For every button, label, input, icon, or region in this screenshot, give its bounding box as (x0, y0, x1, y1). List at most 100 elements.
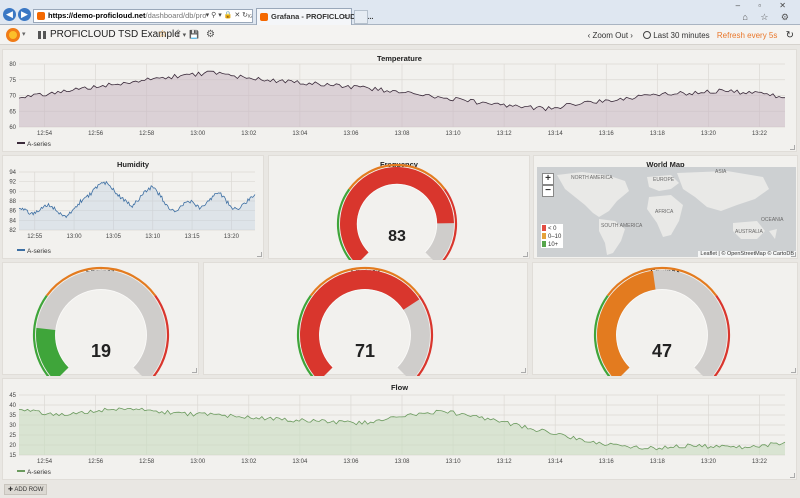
forward-button[interactable]: ▶ (18, 8, 31, 21)
x-tick-label: 12:56 (88, 459, 104, 465)
chevron-down-icon: ▾ (182, 32, 187, 39)
engine3-gauge: 47 (593, 266, 731, 376)
asia-landmass (677, 171, 769, 211)
series-area (19, 181, 255, 230)
x-tick-label: 13:20 (701, 131, 717, 137)
resize-handle[interactable] (791, 252, 796, 257)
map-legend: < 0 0–10 10+ (541, 224, 563, 248)
url-domain: https://demo-proficloud.net (48, 11, 146, 20)
legend-swatch (17, 142, 25, 144)
new-tab-button[interactable] (354, 10, 368, 24)
x-tick-label: 13:12 (497, 131, 513, 137)
y-tick-label: 45 (9, 393, 16, 399)
legend-item[interactable]: A-series (17, 141, 51, 148)
back-icon: ◀ (6, 9, 13, 19)
world-map[interactable]: NORTH AMERICA EUROPE ASIA AFRICA SOUTH A… (537, 167, 796, 257)
tab-close-icon[interactable]: × (344, 9, 348, 24)
zoom-right-icon: › (630, 31, 633, 40)
browser-tool-icons[interactable]: ⌂ ☆ ⚙ (742, 12, 794, 23)
gauge-value-text: 71 (355, 341, 375, 361)
legend-swatch (542, 225, 546, 231)
share-icon[interactable]: ⇪ (174, 29, 182, 40)
x-tick-label: 13:10 (446, 459, 462, 465)
panel-engine3: Engine3 47 (532, 262, 798, 376)
x-tick-label: 13:05 (106, 234, 122, 240)
y-tick-label: 84 (9, 218, 16, 224)
zoom-out-button[interactable]: ‹ Zoom Out › (588, 31, 633, 40)
x-tick-label: 13:00 (67, 234, 83, 240)
address-bar[interactable]: https://demo-proficloud.net/dashboard/db… (33, 9, 253, 23)
add-row-button[interactable]: ✚ ADD ROW (4, 484, 48, 495)
x-tick-label: 13:12 (497, 459, 513, 465)
time-range-picker[interactable]: Last 30 minutes (643, 31, 710, 40)
y-tick-label: 75 (9, 78, 16, 84)
resize-handle[interactable] (523, 252, 528, 257)
site-favicon (37, 12, 45, 20)
humidity-chart: 82 84 86 88 90 92 94 12:55 13:00 13:05 13:10 13:15 1… (9, 170, 256, 240)
x-tick-label: 13:18 (650, 131, 666, 137)
address-bar-icons[interactable]: ▾ ⚲ ▾ 🔒 ✕ ↻ (205, 10, 248, 22)
x-tick-label: 12:56 (88, 131, 104, 137)
panel-engine1: Engine1 19 (2, 262, 199, 376)
x-tick-label: 13:16 (599, 459, 615, 465)
x-tick-label: 13:02 (241, 131, 257, 137)
resize-handle[interactable] (192, 368, 197, 373)
star-icon[interactable]: ☆ (158, 29, 167, 40)
temperature-chart: 60 65 70 75 80 12:54 12:56 12:58 13:00 13:02 13:04… (9, 62, 785, 137)
grafana-navbar: ▾ PROFICLOUD TSD Example ▾ ☆ ⇪ 💾 ⚙ ‹ Zoo… (0, 25, 800, 45)
map-zoom-in-button[interactable]: + (542, 173, 554, 185)
browser-tab[interactable]: Grafana - PROFICLOUD TS... × (256, 8, 374, 25)
y-tick-label: 70 (9, 94, 16, 100)
map-label: SOUTH AMERICA (601, 223, 643, 229)
save-icon[interactable]: 💾 (189, 30, 199, 39)
x-tick-label: 13:22 (752, 459, 768, 465)
panel-world-map: World Map NORTH AMERICA EUROPE ASIA AFRI… (533, 155, 798, 259)
resize-handle[interactable] (521, 368, 526, 373)
x-tick-label: 12:54 (37, 131, 53, 137)
gauge-value-arc (36, 327, 69, 376)
y-tick-label: 60 (9, 125, 16, 131)
window-controls[interactable]: – ▫ ✕ (736, 1, 794, 10)
back-button[interactable]: ◀ (3, 8, 16, 21)
gauge-value-text: 47 (652, 341, 672, 361)
legend-swatch (17, 249, 25, 251)
grafana-logo-icon[interactable] (6, 28, 20, 42)
y-tick-label: 15 (9, 453, 16, 459)
map-attribution[interactable]: Leaflet | © OpenStreetMap © CartoDB (698, 251, 796, 257)
flow-chart: 15 20 25 30 35 40 45 12:54 12:56 12:58 13:00 13:02 1… (9, 393, 786, 465)
x-tick-label: 13:14 (548, 459, 564, 465)
y-tick-label: 20 (9, 443, 16, 449)
map-zoom-out-button[interactable]: − (542, 185, 554, 197)
x-tick-label: 13:04 (292, 131, 308, 137)
y-tick-label: 82 (9, 228, 16, 234)
settings-icon[interactable]: ⚙ (206, 29, 215, 40)
forward-icon: ▶ (21, 9, 28, 19)
map-label: AFRICA (655, 209, 674, 215)
resize-handle[interactable] (790, 145, 795, 150)
resize-handle[interactable] (790, 473, 795, 478)
time-controls: ‹ Zoom Out › Last 30 minutes Refresh eve… (588, 30, 794, 41)
map-label: OCEANIA (761, 217, 784, 223)
map-label: EUROPE (653, 177, 675, 183)
legend-item[interactable]: A-series (17, 248, 51, 255)
y-tick-label: 40 (9, 403, 16, 409)
panel-engine2: Engine2 71 (203, 262, 528, 376)
x-tick-label: 13:18 (650, 459, 666, 465)
engine1-gauge: 19 (32, 266, 170, 376)
engine2-gauge: 71 (296, 266, 434, 376)
x-tick-label: 13:04 (292, 459, 308, 465)
x-tick-label: 13:00 (190, 459, 206, 465)
y-tick-label: 94 (9, 170, 16, 176)
refresh-interval[interactable]: Refresh every 5s (717, 31, 777, 40)
y-tick-label: 35 (9, 413, 16, 419)
resize-handle[interactable] (791, 368, 796, 373)
refresh-icon[interactable]: ↻ (786, 30, 794, 41)
resize-handle[interactable] (257, 252, 262, 257)
logo-caret-icon[interactable]: ▾ (22, 30, 26, 38)
legend-swatch (542, 233, 546, 239)
africa-landmass (647, 195, 683, 237)
y-tick-label: 25 (9, 433, 16, 439)
legend-item[interactable]: A-series (17, 469, 51, 476)
gauge-value-arc (597, 270, 656, 376)
new-zealand-landmass (769, 229, 777, 239)
